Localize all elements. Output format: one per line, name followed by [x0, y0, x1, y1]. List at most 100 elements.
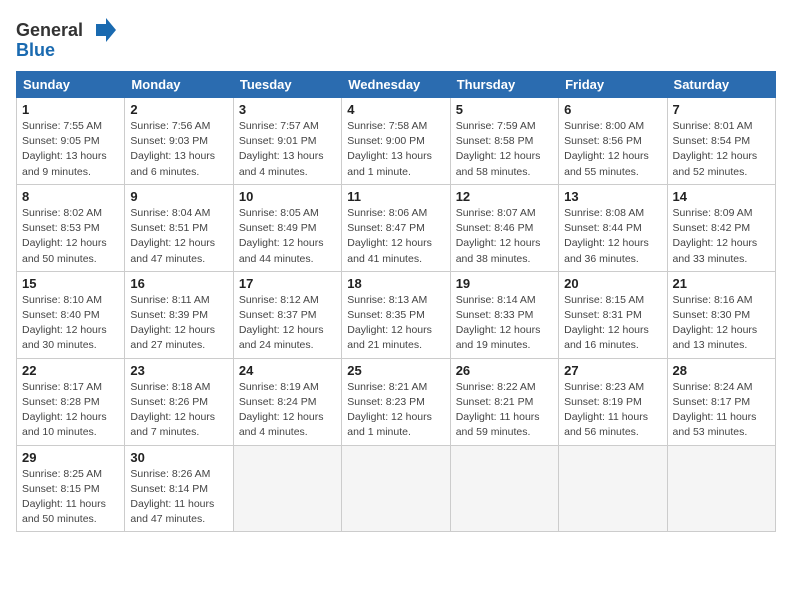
day-info: Sunrise: 8:15 AMSunset: 8:31 PMDaylight:…: [564, 293, 661, 354]
day-number: 17: [239, 276, 336, 291]
day-number: 16: [130, 276, 227, 291]
day-info: Sunrise: 8:17 AMSunset: 8:28 PMDaylight:…: [22, 380, 119, 441]
calendar-cell: 16 Sunrise: 8:11 AMSunset: 8:39 PMDayligh…: [125, 271, 233, 358]
day-number: 5: [456, 102, 553, 117]
day-info: Sunrise: 7:59 AMSunset: 8:58 PMDaylight:…: [456, 119, 553, 180]
calendar-cell: 3 Sunrise: 7:57 AMSunset: 9:01 PMDaylight…: [233, 98, 341, 185]
day-number: 3: [239, 102, 336, 117]
day-number: 8: [22, 189, 119, 204]
day-info: Sunrise: 8:07 AMSunset: 8:46 PMDaylight:…: [456, 206, 553, 267]
calendar-cell: 2Sunrise: 7:56 AMSunset: 9:03 PMDaylight…: [125, 98, 233, 185]
day-number: 20: [564, 276, 661, 291]
calendar-table: SundayMondayTuesdayWednesdayThursdayFrid…: [16, 71, 776, 532]
day-number: 22: [22, 363, 119, 378]
svg-text:General: General: [16, 20, 83, 40]
calendar-cell: 7 Sunrise: 8:01 AMSunset: 8:54 PMDaylight…: [667, 98, 775, 185]
day-info: Sunrise: 8:11 AMSunset: 8:39 PMDaylight:…: [130, 293, 227, 354]
day-info: Sunrise: 8:01 AMSunset: 8:54 PMDaylight:…: [673, 119, 770, 180]
day-info: Sunrise: 8:08 AMSunset: 8:44 PMDaylight:…: [564, 206, 661, 267]
day-info: Sunrise: 8:12 AMSunset: 8:37 PMDaylight:…: [239, 293, 336, 354]
calendar-cell: 1 Sunrise: 7:55 AMSunset: 9:05 PMDaylight…: [17, 98, 125, 185]
day-info: Sunrise: 8:16 AMSunset: 8:30 PMDaylight:…: [673, 293, 770, 354]
calendar-cell: 8 Sunrise: 8:02 AMSunset: 8:53 PMDaylight…: [17, 184, 125, 271]
day-info: Sunrise: 8:21 AMSunset: 8:23 PMDaylight:…: [347, 380, 444, 441]
col-header-sunday: Sunday: [17, 72, 125, 98]
day-info: Sunrise: 8:04 AMSunset: 8:51 PMDaylight:…: [130, 206, 227, 267]
day-number: 1: [22, 102, 119, 117]
day-info: Sunrise: 7:58 AMSunset: 9:00 PMDaylight:…: [347, 119, 444, 180]
calendar-cell: 28Sunrise: 8:24 AMSunset: 8:17 PMDayligh…: [667, 358, 775, 445]
day-number: 7: [673, 102, 770, 117]
col-header-thursday: Thursday: [450, 72, 558, 98]
day-info: Sunrise: 8:24 AMSunset: 8:17 PMDaylight:…: [673, 380, 770, 441]
day-number: 24: [239, 363, 336, 378]
col-header-wednesday: Wednesday: [342, 72, 450, 98]
day-info: Sunrise: 8:10 AMSunset: 8:40 PMDaylight:…: [22, 293, 119, 354]
day-info: Sunrise: 8:13 AMSunset: 8:35 PMDaylight:…: [347, 293, 444, 354]
day-info: Sunrise: 8:22 AMSunset: 8:21 PMDaylight:…: [456, 380, 553, 441]
calendar-cell: 21 Sunrise: 8:16 AMSunset: 8:30 PMDayligh…: [667, 271, 775, 358]
day-info: Sunrise: 8:19 AMSunset: 8:24 PMDaylight:…: [239, 380, 336, 441]
day-number: 6: [564, 102, 661, 117]
calendar-cell: 20 Sunrise: 8:15 AMSunset: 8:31 PMDayligh…: [559, 271, 667, 358]
calendar-week-row: 22 Sunrise: 8:17 AMSunset: 8:28 PMDayligh…: [17, 358, 776, 445]
day-info: Sunrise: 8:05 AMSunset: 8:49 PMDaylight:…: [239, 206, 336, 267]
logo-svg: General Blue: [16, 16, 116, 61]
day-number: 18: [347, 276, 444, 291]
calendar-week-row: 1 Sunrise: 7:55 AMSunset: 9:05 PMDaylight…: [17, 98, 776, 185]
col-header-monday: Monday: [125, 72, 233, 98]
col-header-tuesday: Tuesday: [233, 72, 341, 98]
day-number: 21: [673, 276, 770, 291]
calendar-cell: [667, 445, 775, 532]
day-number: 25: [347, 363, 444, 378]
day-number: 9: [130, 189, 227, 204]
calendar-cell: 9 Sunrise: 8:04 AMSunset: 8:51 PMDaylight…: [125, 184, 233, 271]
col-header-saturday: Saturday: [667, 72, 775, 98]
calendar-cell: 25 Sunrise: 8:21 AMSunset: 8:23 PMDayligh…: [342, 358, 450, 445]
day-info: Sunrise: 7:55 AMSunset: 9:05 PMDaylight:…: [22, 119, 119, 180]
day-number: 11: [347, 189, 444, 204]
day-number: 26: [456, 363, 553, 378]
calendar-header-row: SundayMondayTuesdayWednesdayThursdayFrid…: [17, 72, 776, 98]
day-number: 23: [130, 363, 227, 378]
calendar-cell: 11 Sunrise: 8:06 AMSunset: 8:47 PMDayligh…: [342, 184, 450, 271]
day-number: 15: [22, 276, 119, 291]
calendar-cell: [233, 445, 341, 532]
calendar-cell: 18 Sunrise: 8:13 AMSunset: 8:35 PMDayligh…: [342, 271, 450, 358]
calendar-cell: 12 Sunrise: 8:07 AMSunset: 8:46 PMDayligh…: [450, 184, 558, 271]
svg-text:Blue: Blue: [16, 40, 55, 60]
logo: General Blue: [16, 16, 116, 61]
day-number: 29: [22, 450, 119, 465]
col-header-friday: Friday: [559, 72, 667, 98]
day-info: Sunrise: 8:18 AMSunset: 8:26 PMDaylight:…: [130, 380, 227, 441]
calendar-cell: 4 Sunrise: 7:58 AMSunset: 9:00 PMDaylight…: [342, 98, 450, 185]
day-info: Sunrise: 8:25 AMSunset: 8:15 PMDaylight:…: [22, 467, 119, 528]
day-info: Sunrise: 7:56 AMSunset: 9:03 PMDaylight:…: [130, 119, 227, 180]
calendar-cell: 23 Sunrise: 8:18 AMSunset: 8:26 PMDayligh…: [125, 358, 233, 445]
day-number: 12: [456, 189, 553, 204]
day-number: 10: [239, 189, 336, 204]
day-info: Sunrise: 8:09 AMSunset: 8:42 PMDaylight:…: [673, 206, 770, 267]
day-number: 19: [456, 276, 553, 291]
day-info: Sunrise: 8:02 AMSunset: 8:53 PMDaylight:…: [22, 206, 119, 267]
calendar-cell: 26 Sunrise: 8:22 AMSunset: 8:21 PMDayligh…: [450, 358, 558, 445]
day-number: 14: [673, 189, 770, 204]
calendar-week-row: 29 Sunrise: 8:25 AMSunset: 8:15 PMDayligh…: [17, 445, 776, 532]
day-info: Sunrise: 7:57 AMSunset: 9:01 PMDaylight:…: [239, 119, 336, 180]
calendar-cell: [450, 445, 558, 532]
day-info: Sunrise: 8:06 AMSunset: 8:47 PMDaylight:…: [347, 206, 444, 267]
header: General Blue: [16, 16, 776, 61]
calendar-cell: 17 Sunrise: 8:12 AMSunset: 8:37 PMDayligh…: [233, 271, 341, 358]
calendar-week-row: 15 Sunrise: 8:10 AMSunset: 8:40 PMDayligh…: [17, 271, 776, 358]
calendar-cell: 27Sunrise: 8:23 AMSunset: 8:19 PMDayligh…: [559, 358, 667, 445]
calendar-cell: 13 Sunrise: 8:08 AMSunset: 8:44 PMDayligh…: [559, 184, 667, 271]
calendar-cell: [342, 445, 450, 532]
calendar-week-row: 8 Sunrise: 8:02 AMSunset: 8:53 PMDaylight…: [17, 184, 776, 271]
day-number: 13: [564, 189, 661, 204]
calendar-cell: [559, 445, 667, 532]
calendar-cell: 19Sunrise: 8:14 AMSunset: 8:33 PMDayligh…: [450, 271, 558, 358]
calendar-cell: 10 Sunrise: 8:05 AMSunset: 8:49 PMDayligh…: [233, 184, 341, 271]
calendar-cell: 22 Sunrise: 8:17 AMSunset: 8:28 PMDayligh…: [17, 358, 125, 445]
calendar-cell: 29 Sunrise: 8:25 AMSunset: 8:15 PMDayligh…: [17, 445, 125, 532]
day-number: 4: [347, 102, 444, 117]
